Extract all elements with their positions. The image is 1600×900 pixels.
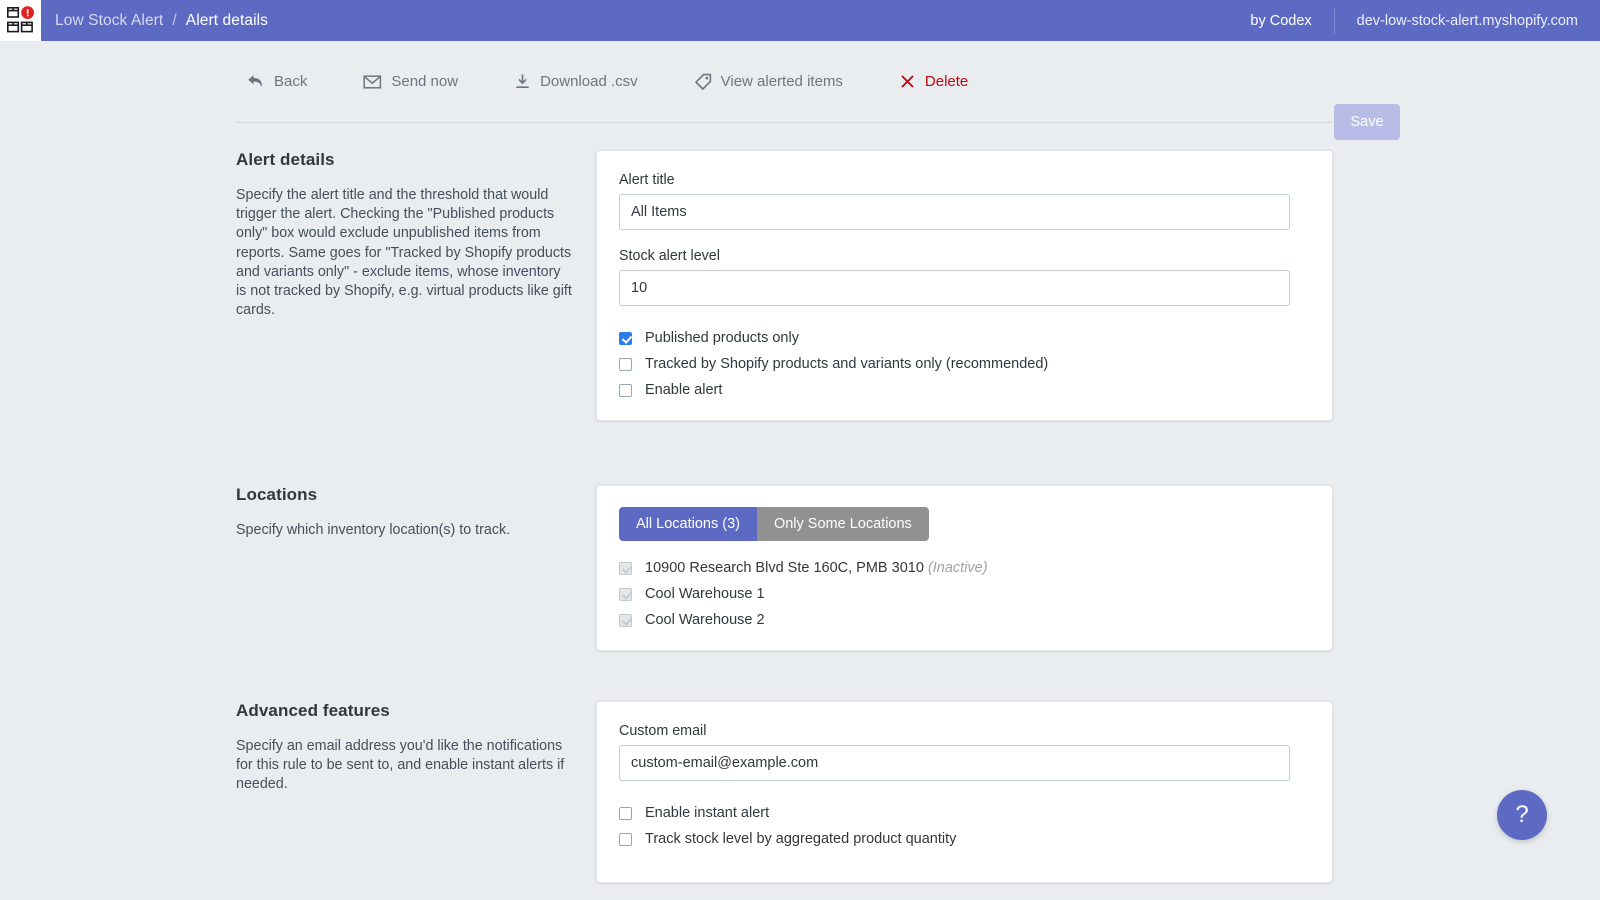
download-icon <box>514 73 531 90</box>
back-arrow-icon <box>246 73 265 90</box>
envelope-icon <box>363 74 382 90</box>
location-label-1: Cool Warehouse 1 <box>645 586 765 602</box>
download-csv-button[interactable]: Download .csv <box>504 67 648 96</box>
location-status-0: (Inactive) <box>927 560 988 576</box>
checkbox-enable-alert[interactable] <box>619 383 632 397</box>
locations-card: All Locations (3) Only Some Locations 10… <box>596 485 1333 651</box>
shop-domain: dev-low-stock-alert.myshopify.com <box>1333 7 1600 34</box>
tag-icon <box>694 73 712 91</box>
checkbox-label-tracked-by-shopify: Tracked by Shopify products and variants… <box>645 356 1049 372</box>
alert-details-title: Alert details <box>236 150 335 169</box>
stock-alert-level-input[interactable] <box>619 270 1290 306</box>
custom-email-input[interactable] <box>619 745 1290 781</box>
checkbox-row-published-products-only[interactable]: Published products only <box>619 330 1310 346</box>
section-advanced-features: Advanced features Specify an email addre… <box>236 701 1333 883</box>
checkbox-row-enable-alert[interactable]: Enable alert <box>619 382 1310 398</box>
checkbox-label-published-products-only: Published products only <box>645 330 799 346</box>
section-alert-details: Alert details Specify the alert title an… <box>236 150 1333 421</box>
checkbox-label-track-aggregated-quantity: Track stock level by aggregated product … <box>645 831 957 847</box>
stock-alert-level-field-group: Stock alert level <box>619 248 1310 306</box>
checkbox-location-0 <box>619 561 632 575</box>
advanced-card: Custom email Enable instant alert Track … <box>596 701 1333 883</box>
section-locations: Locations Specify which inventory locati… <box>236 485 1333 651</box>
toggle-only-some-locations[interactable]: Only Some Locations <box>756 507 929 541</box>
delete-label: Delete <box>924 73 969 90</box>
checkbox-track-aggregated-quantity[interactable] <box>619 832 632 846</box>
action-toolbar: Back Send now Download .csv View alerted… <box>0 41 1600 140</box>
download-csv-label: Download .csv <box>540 73 638 90</box>
location-row: 10900 Research Blvd Ste 160C, PMB 3010 (… <box>619 560 1310 576</box>
checkbox-row-track-aggregated-quantity[interactable]: Track stock level by aggregated product … <box>619 831 1310 847</box>
alert-details-card: Alert title Stock alert level Published … <box>596 150 1333 421</box>
checkbox-location-1 <box>619 587 632 601</box>
alert-title-input[interactable] <box>619 194 1290 230</box>
stock-alert-level-label: Stock alert level <box>619 248 720 264</box>
send-now-button[interactable]: Send now <box>353 67 468 96</box>
location-name-2: Cool Warehouse 2 <box>645 612 765 628</box>
advanced-intro: Advanced features Specify an email addre… <box>236 701 596 883</box>
send-now-label: Send now <box>391 73 459 90</box>
checkbox-location-2 <box>619 613 632 627</box>
alert-details-description: Specify the alert title and the threshol… <box>236 187 572 319</box>
view-alerted-items-button[interactable]: View alerted items <box>684 67 853 97</box>
location-label-2: Cool Warehouse 2 <box>645 612 765 628</box>
view-alerted-items-label: View alerted items <box>720 73 843 90</box>
location-row: Cool Warehouse 1 <box>619 586 1310 602</box>
location-row: Cool Warehouse 2 <box>619 612 1310 628</box>
checkbox-row-tracked-by-shopify[interactable]: Tracked by Shopify products and variants… <box>619 356 1310 372</box>
breadcrumb-current: Alert details <box>185 11 269 29</box>
by-line: by Codex <box>1250 12 1312 29</box>
breadcrumb-parent[interactable]: Low Stock Alert <box>55 12 163 30</box>
advanced-title: Advanced features <box>236 701 390 720</box>
location-name-1: Cool Warehouse 1 <box>645 586 765 602</box>
delete-button[interactable]: Delete <box>889 67 978 96</box>
breadcrumb-separator: / <box>172 11 177 29</box>
alert-title-field-group: Alert title <box>619 172 1310 230</box>
location-label-0: 10900 Research Blvd Ste 160C, PMB 3010 (… <box>645 560 988 576</box>
close-x-icon <box>899 73 916 90</box>
custom-email-field-group: Custom email <box>619 723 1310 781</box>
location-name-0: 10900 Research Blvd Ste 160C, PMB 3010 <box>645 560 924 576</box>
alert-details-intro: Alert details Specify the alert title an… <box>236 150 596 421</box>
checkbox-published-products-only[interactable] <box>619 331 632 345</box>
locations-title: Locations <box>236 485 318 504</box>
checkbox-tracked-by-shopify[interactable] <box>619 357 632 371</box>
checkbox-label-enable-alert: Enable alert <box>645 382 723 398</box>
locations-intro: Locations Specify which inventory locati… <box>236 485 596 651</box>
checkbox-enable-instant-alert[interactable] <box>619 806 632 820</box>
boxes-alert-logo-icon <box>6 6 34 33</box>
checkbox-row-enable-instant-alert[interactable]: Enable instant alert <box>619 805 1310 821</box>
page-content: Alert details Specify the alert title an… <box>0 123 1600 900</box>
back-label: Back <box>274 73 308 90</box>
app-top-bar: Low Stock Alert / Alert details by Codex… <box>0 0 1600 41</box>
checkbox-label-enable-instant-alert: Enable instant alert <box>645 805 770 821</box>
alert-title-label: Alert title <box>619 172 675 188</box>
advanced-description: Specify an email address you'd like the … <box>236 738 565 793</box>
locations-scope-toggle: All Locations (3) Only Some Locations <box>619 507 929 541</box>
custom-email-label: Custom email <box>619 723 707 739</box>
back-button[interactable]: Back <box>236 67 317 96</box>
topbar-right-group: by Codex dev-low-stock-alert.myshopify.c… <box>1250 0 1600 41</box>
help-button[interactable]: ? <box>1497 790 1547 840</box>
app-logo[interactable] <box>0 0 41 41</box>
locations-description: Specify which inventory location(s) to t… <box>236 522 511 538</box>
breadcrumb: Low Stock Alert / Alert details <box>55 12 268 30</box>
toggle-all-locations[interactable]: All Locations (3) <box>619 507 757 541</box>
